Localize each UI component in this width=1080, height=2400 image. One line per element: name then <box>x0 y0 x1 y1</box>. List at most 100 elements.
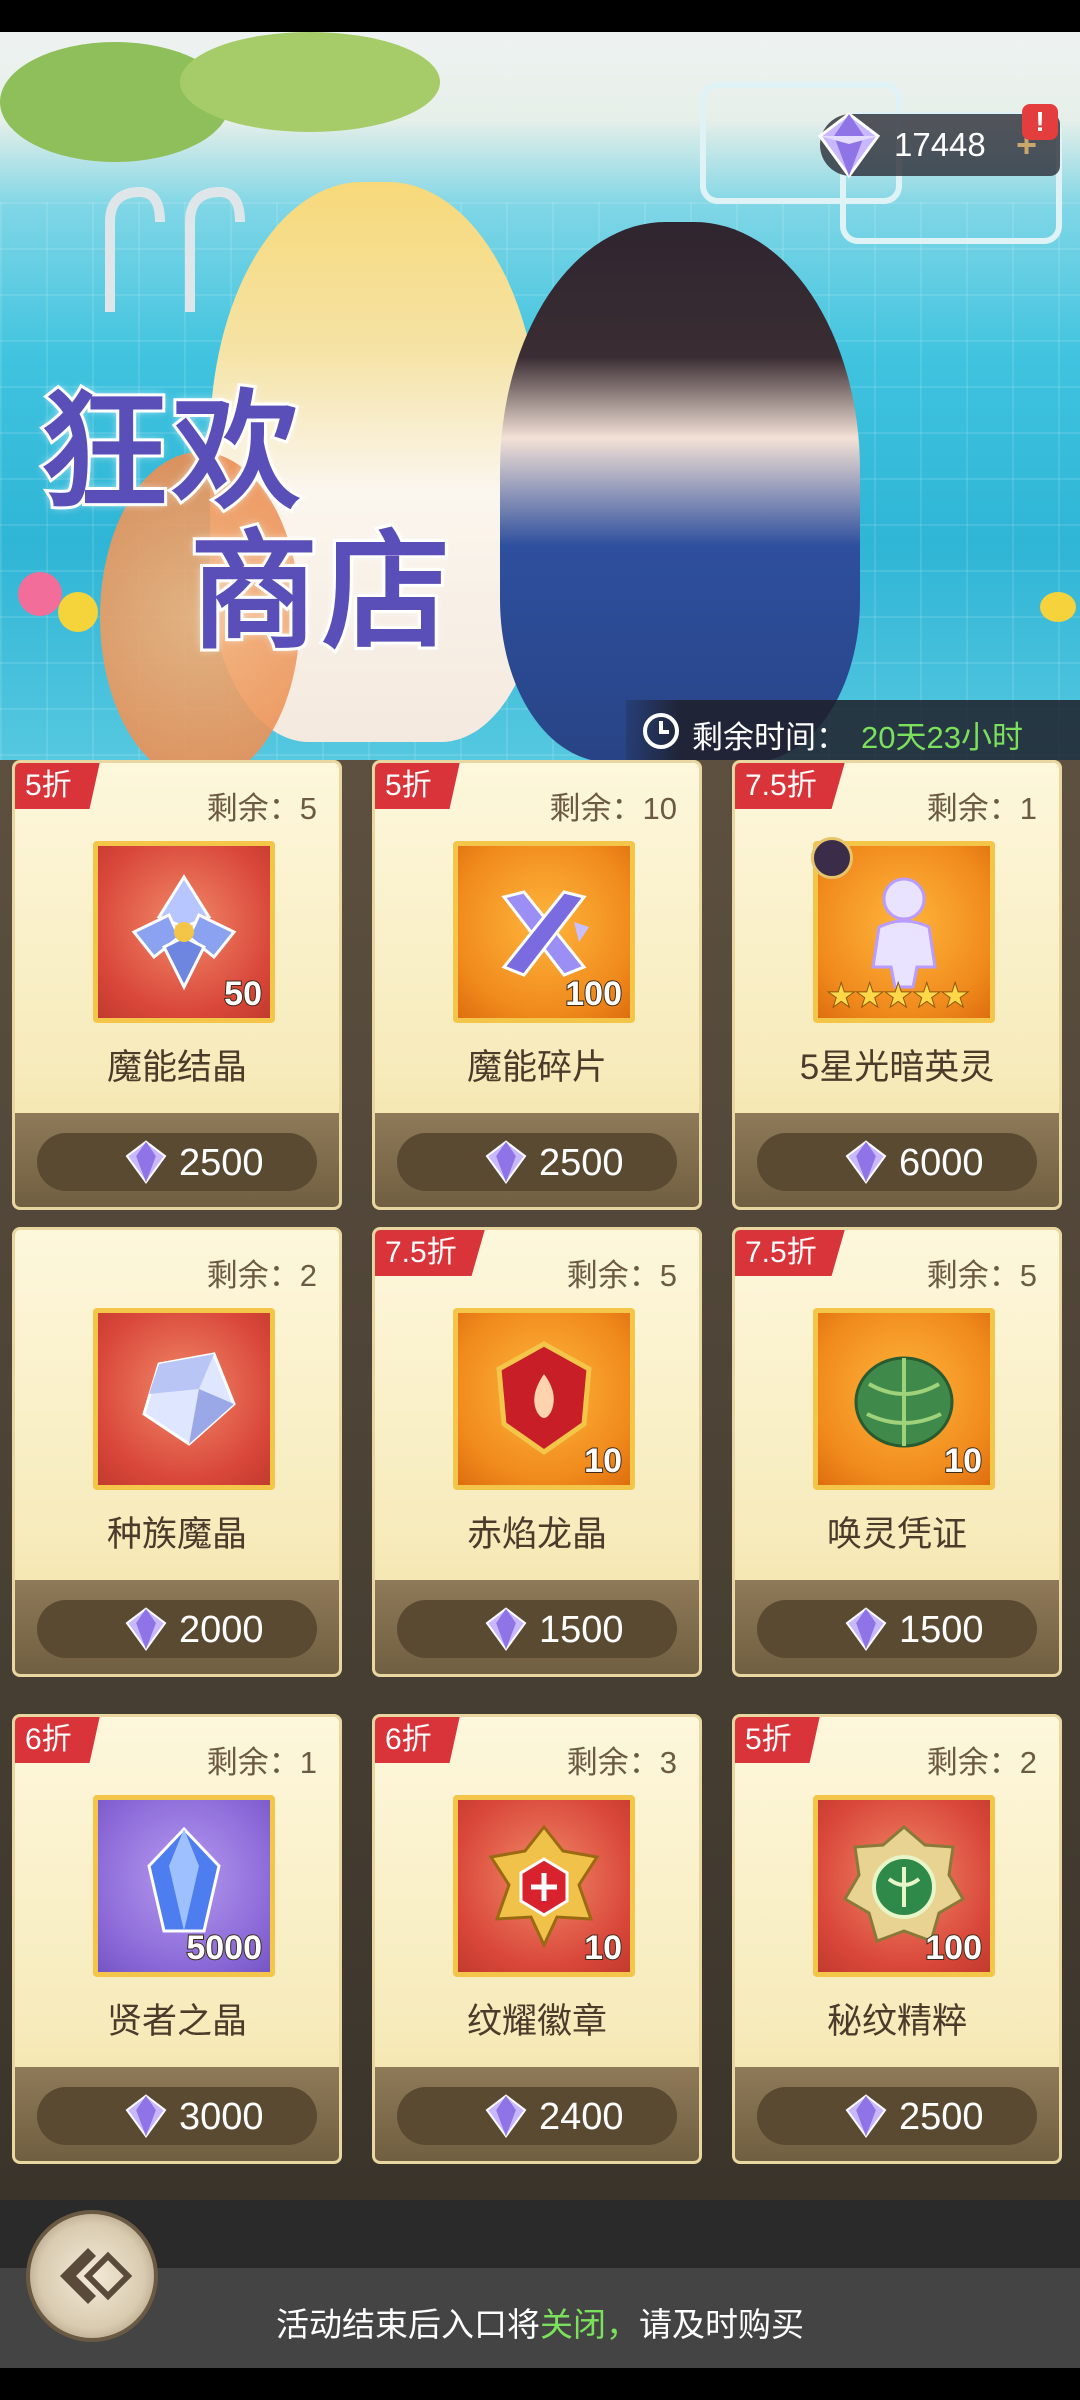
price-bar: 2500 <box>15 1113 339 1207</box>
shop-item-card[interactable]: 5折 剩余：2 100 秘纹精粹 2500 <box>732 1714 1062 2164</box>
item-price: 2000 <box>179 1609 264 1651</box>
item-icon-frame: 10 <box>813 1308 995 1490</box>
item-quantity: 100 <box>924 1928 983 1968</box>
star-rating: ★★★★★ <box>825 977 970 1016</box>
item-price: 1500 <box>899 1609 984 1651</box>
status-bar <box>0 0 1080 32</box>
price-bar: 1500 <box>375 1580 699 1674</box>
item-price: 1500 <box>539 1609 624 1651</box>
item-icon-frame: 10 <box>453 1795 635 1977</box>
diamond-icon <box>485 2094 527 2139</box>
item-quantity: 10 <box>583 1928 623 1968</box>
buy-button[interactable]: 3000 <box>37 2087 317 2145</box>
remaining-stock: 剩余：5 <box>926 1258 1037 1293</box>
timer-value: 20天23小时 <box>861 720 1023 755</box>
item-quantity: 10 <box>583 1441 623 1481</box>
bush-decoration <box>180 32 440 132</box>
discount-tag: 6折 <box>15 1717 100 1763</box>
buy-button[interactable]: 2000 <box>37 1600 317 1658</box>
buy-button[interactable]: 1500 <box>757 1600 1037 1658</box>
diamond-icon <box>845 1140 887 1185</box>
item-icon-frame: 100 <box>453 841 635 1023</box>
remaining-stock: 剩余：5 <box>566 1258 677 1293</box>
shop-item-card[interactable]: 5折 剩余：5 50 魔能结晶 2500 <box>12 760 342 1210</box>
item-price: 2500 <box>899 2096 984 2138</box>
price-bar: 2400 <box>375 2067 699 2161</box>
remaining-time: 剩余时间： 20天23小时 <box>626 700 1080 762</box>
diamond-icon <box>485 1607 527 1652</box>
item-name: 秘纹精粹 <box>826 2002 967 2041</box>
shop-item-card[interactable]: 7.5折 剩余：5 10 唤灵凭证 1500 <box>732 1227 1062 1677</box>
discount-tag: 7.5折 <box>735 763 845 809</box>
item-price: 2400 <box>539 2096 624 2138</box>
rubber-duck <box>1040 592 1076 622</box>
buy-button[interactable]: 2500 <box>397 1133 677 1191</box>
item-name: 唤灵凭证 <box>826 1515 967 1554</box>
diamond-icon <box>845 1607 887 1652</box>
discount-tag: 7.5折 <box>735 1230 845 1276</box>
item-name: 贤者之晶 <box>106 2002 247 2041</box>
item-name: 赤焰龙晶 <box>466 1515 607 1554</box>
remaining-stock: 剩余：1 <box>206 1745 317 1780</box>
light-dark-element-icon <box>811 837 853 879</box>
back-button[interactable] <box>26 2210 158 2342</box>
diamond-icon <box>125 1607 167 1652</box>
remaining-stock: 剩余：5 <box>206 791 317 826</box>
alert-badge[interactable]: ! <box>1022 104 1058 140</box>
diamond-icon <box>125 1140 167 1185</box>
price-bar: 2500 <box>735 2067 1059 2161</box>
buy-button[interactable]: 2500 <box>757 2087 1037 2145</box>
shop-item-card[interactable]: 6折 剩余：3 10 纹耀徽章 2400 <box>372 1714 702 2164</box>
item-name: 魔能碎片 <box>466 1048 607 1087</box>
price-bar: 6000 <box>735 1113 1059 1207</box>
remaining-stock: 剩余：3 <box>566 1745 677 1780</box>
discount-tag: 5折 <box>735 1717 820 1763</box>
price-bar: 2000 <box>15 1580 339 1674</box>
shop-item-card[interactable]: 7.5折 剩余：1 ★★★★★ 5星光暗英灵 6000 <box>732 760 1062 1210</box>
item-name: 魔能结晶 <box>106 1048 247 1087</box>
diamond-count: 17448 <box>894 126 986 163</box>
item-name: 种族魔晶 <box>106 1515 247 1554</box>
diamond-icon <box>817 112 881 179</box>
shop-item-card[interactable]: 5折 剩余：10 100 魔能碎片 2500 <box>372 760 702 1210</box>
diamond-icon <box>125 2094 167 2139</box>
pool-ladder <box>105 186 245 312</box>
event-end-notice: 活动结束后入口将关闭，请及时购买 <box>0 2298 1080 2346</box>
remaining-stock: 剩余：10 <box>549 791 677 826</box>
clock-icon <box>643 713 679 749</box>
buy-button[interactable]: 2500 <box>37 1133 317 1191</box>
item-icon-frame: 10 <box>453 1308 635 1490</box>
buy-button[interactable]: 1500 <box>397 1600 677 1658</box>
footer-bar: 活动结束后入口将关闭，请及时购买 <box>0 2268 1080 2368</box>
dark-hair-character <box>500 222 860 760</box>
shop-item-card[interactable]: 6折 剩余：1 5000 贤者之晶 3000 <box>12 1714 342 2164</box>
notice-highlight: 关闭， <box>540 2306 639 2343</box>
discount-tag: 6折 <box>375 1717 460 1763</box>
ice-cube-icon <box>142 1352 236 1446</box>
shop-item-card[interactable]: 7.5折 剩余：5 10 赤焰龙晶 1500 <box>372 1227 702 1677</box>
item-icon-frame: 100 <box>813 1795 995 1977</box>
item-icon-frame: 50 <box>93 841 275 1023</box>
item-name: 5星光暗英灵 <box>799 1048 995 1087</box>
buy-button[interactable]: 2400 <box>397 2087 677 2145</box>
shop-title: 狂欢 商店 <box>37 377 454 665</box>
item-icon-frame <box>93 1308 275 1490</box>
item-quantity: 100 <box>564 974 623 1014</box>
title-line-1: 狂欢 <box>37 377 305 527</box>
navigation-bar <box>0 2368 1080 2400</box>
remaining-stock: 剩余：2 <box>206 1258 317 1293</box>
shop-item-card[interactable]: 剩余：2 种族魔晶 2000 <box>12 1227 342 1677</box>
price-bar: 3000 <box>15 2067 339 2161</box>
notice-text: 活动结束后入口将 <box>276 2306 540 2343</box>
diamond-icon <box>485 1140 527 1185</box>
back-arrow-icon <box>60 2248 133 2304</box>
remaining-stock: 剩余：1 <box>926 791 1037 826</box>
item-quantity: 50 <box>223 974 263 1014</box>
item-quantity: 5000 <box>185 1928 263 1968</box>
discount-tag: 5折 <box>15 763 100 809</box>
timer-label: 剩余时间： <box>692 720 847 755</box>
buy-button[interactable]: 6000 <box>757 1133 1037 1191</box>
item-price: 2500 <box>179 1142 264 1184</box>
discount-tag: 5折 <box>375 763 460 809</box>
item-price: 2500 <box>539 1142 624 1184</box>
